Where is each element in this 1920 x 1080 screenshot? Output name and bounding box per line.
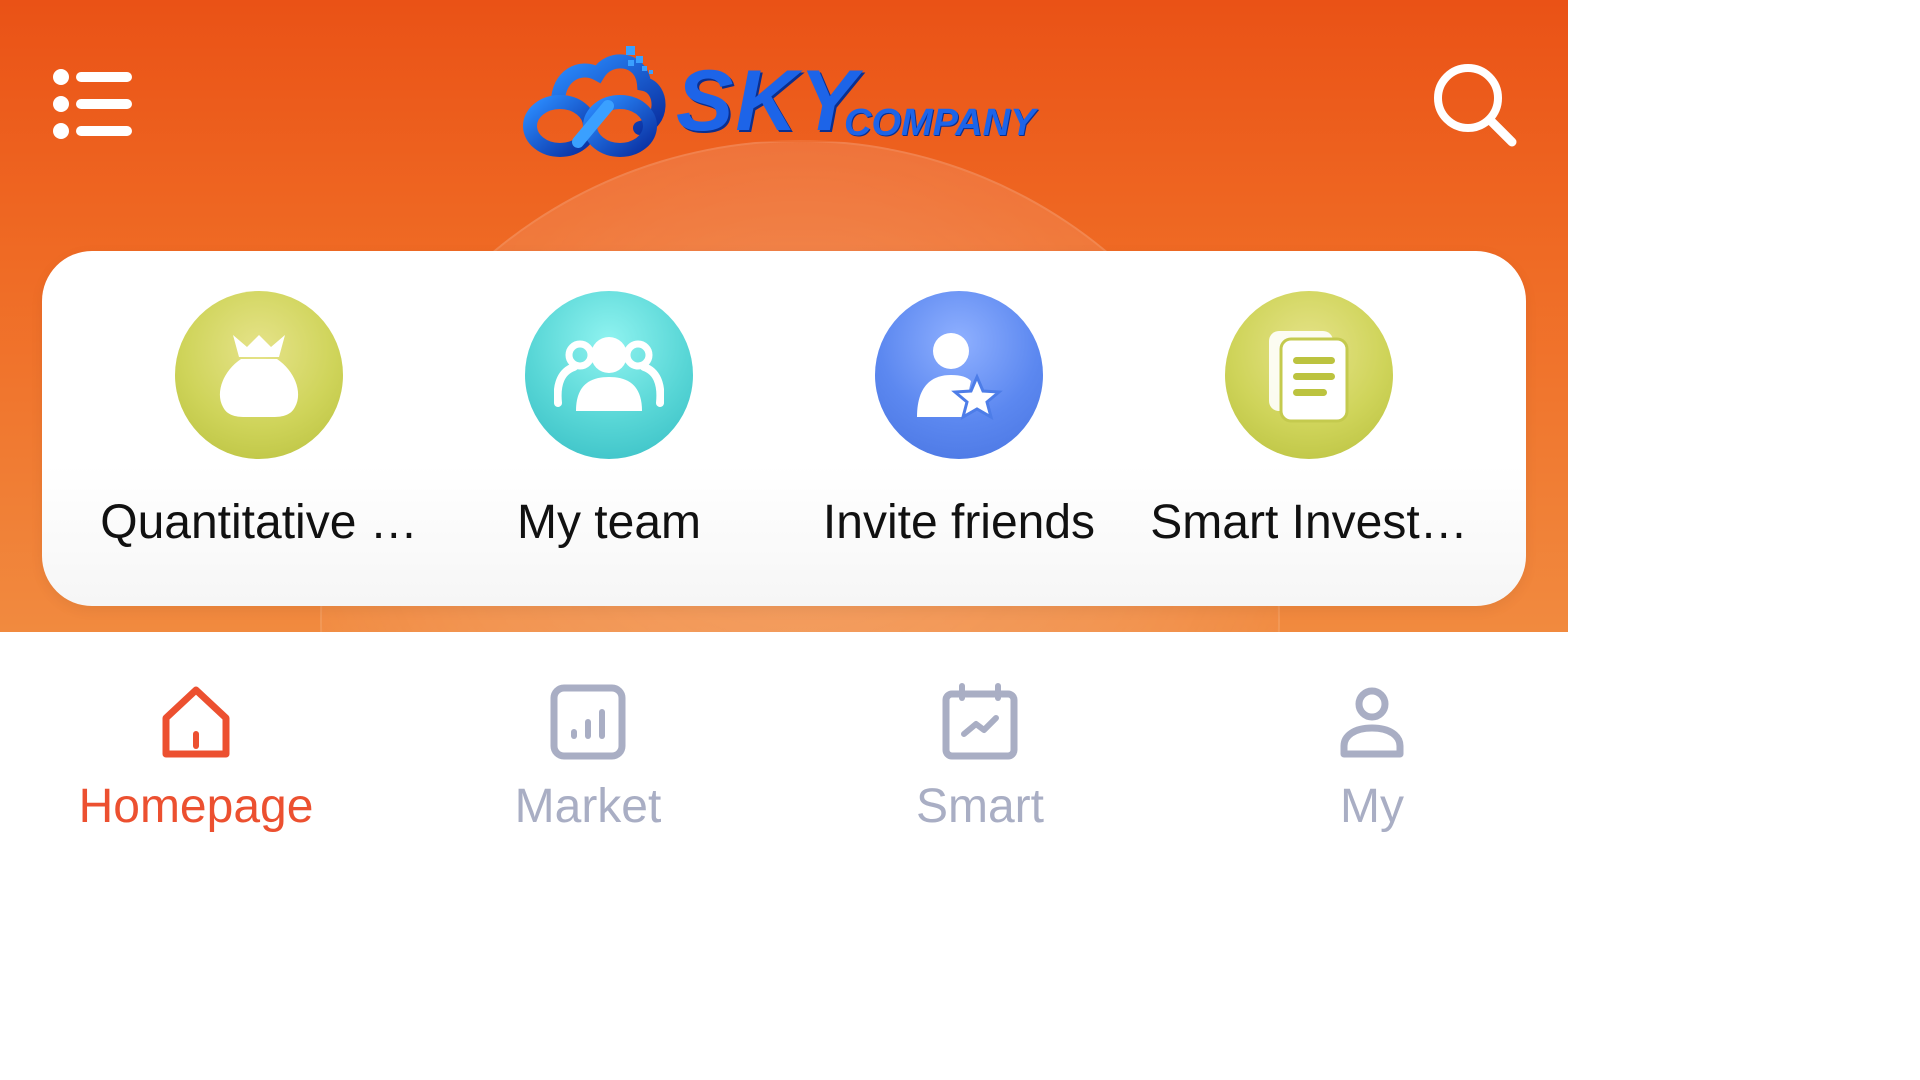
tab-label: Smart bbox=[915, 780, 1044, 833]
tab-label: Homepage bbox=[78, 780, 314, 833]
logo-text-main: SKY bbox=[676, 53, 859, 149]
tab-label: My bbox=[1340, 780, 1404, 833]
documents-icon bbox=[1225, 291, 1393, 459]
tab-label: Market bbox=[514, 780, 662, 833]
cloud-infinity-logo-icon bbox=[523, 46, 666, 157]
tab-market[interactable]: Market bbox=[392, 632, 784, 870]
logo-text-sub: COMPANY bbox=[844, 102, 1036, 144]
shortcut-invite-friends[interactable]: Invite friends bbox=[784, 291, 1134, 571]
home-icon bbox=[162, 686, 230, 758]
shortcut-label: Smart Invest… bbox=[1150, 496, 1468, 549]
bottom-tab-bar: Homepage Market Smart My bbox=[0, 632, 1568, 870]
money-bag-icon bbox=[175, 291, 343, 459]
tab-smart[interactable]: Smart bbox=[784, 632, 1176, 870]
shortcut-my-team[interactable]: My team bbox=[434, 291, 784, 571]
user-star-icon bbox=[875, 291, 1043, 459]
list-menu-icon[interactable] bbox=[52, 66, 134, 142]
shortcut-label: Quantitative … bbox=[100, 496, 418, 549]
company-logo: SKY COMPANY bbox=[518, 40, 1058, 164]
shortcut-label: My team bbox=[516, 496, 702, 549]
tab-homepage[interactable]: Homepage bbox=[0, 632, 392, 870]
shortcut-quantitative[interactable]: Quantitative … bbox=[84, 291, 434, 571]
search-icon[interactable] bbox=[1430, 60, 1522, 152]
shortcuts-card: Quantitative … My team Invite friends Sm… bbox=[42, 251, 1526, 606]
shortcut-label: Invite friends bbox=[822, 496, 1096, 549]
team-icon bbox=[525, 291, 693, 459]
calendar-trend-icon bbox=[942, 683, 1018, 760]
bar-chart-icon bbox=[550, 684, 626, 760]
shortcut-smart-invest[interactable]: Smart Invest… bbox=[1134, 291, 1484, 571]
tab-my[interactable]: My bbox=[1176, 632, 1568, 870]
person-icon bbox=[1340, 687, 1404, 758]
hero-header: SKY COMPANY Quantitative … My team Invit… bbox=[0, 0, 1568, 632]
